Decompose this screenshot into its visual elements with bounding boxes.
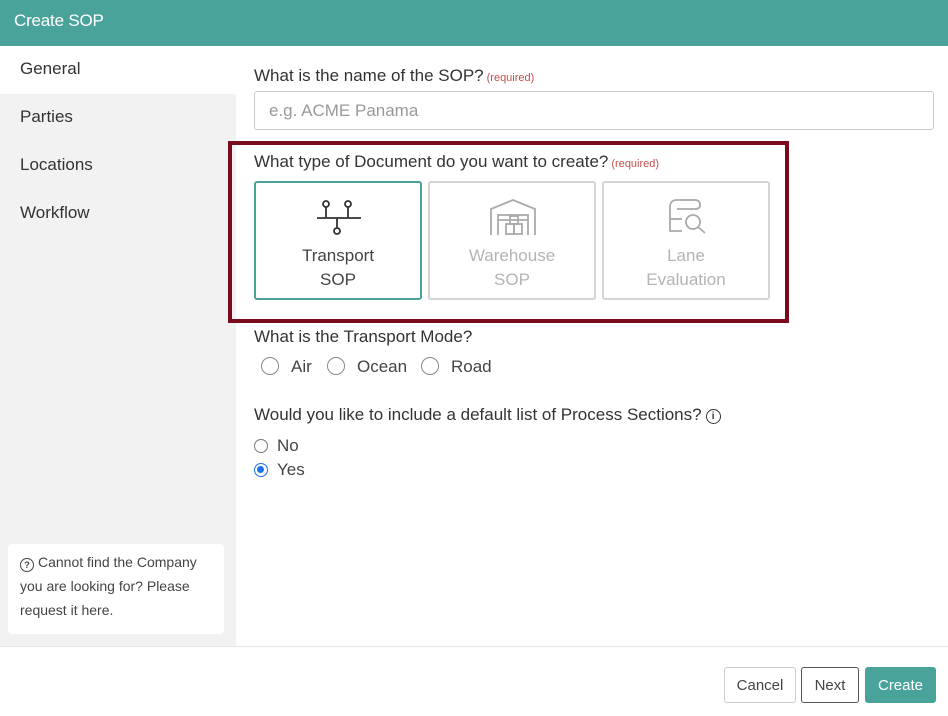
required-tag: (required) <box>486 72 535 84</box>
help-content: ? Cannot find the Company you are looking… <box>20 550 220 622</box>
document-type-question: What type of Document do you want to cre… <box>254 152 609 171</box>
modal-footer: Cancel Next Create <box>0 646 948 716</box>
sidebar-item-general[interactable]: General <box>0 46 236 94</box>
modal-title: Create SOP <box>14 11 104 30</box>
company-help-box[interactable]: ? Cannot find the Company you are looking… <box>8 544 224 634</box>
document-type-label: What type of Document do you want to cre… <box>254 152 659 172</box>
sidebar-item-workflow[interactable]: Workflow <box>0 190 236 238</box>
card-label-line2: SOP <box>320 270 356 289</box>
sop-name-input[interactable] <box>254 91 934 130</box>
radio-ocean-label[interactable]: Ocean <box>357 357 407 377</box>
sop-name-label: What is the name of the SOP? (required) <box>254 66 534 86</box>
lane-evaluation-card[interactable]: Lane Evaluation <box>602 181 770 300</box>
warehouse-icon <box>490 199 536 235</box>
radio-road-label[interactable]: Road <box>451 357 492 377</box>
question-circle-icon: ? <box>20 558 34 572</box>
radio-ocean[interactable] <box>327 357 345 375</box>
sidebar-item-label: Parties <box>20 107 73 126</box>
transport-icon <box>317 200 361 235</box>
help-text: Cannot find the Company you are looking … <box>20 554 197 618</box>
card-label-line2: Evaluation <box>646 270 726 289</box>
cancel-button[interactable]: Cancel <box>724 667 796 703</box>
required-tag: (required) <box>611 158 660 170</box>
transport-mode-label: What is the Transport Mode? <box>254 327 473 346</box>
transport-sop-card[interactable]: Transport SOP <box>254 181 422 300</box>
card-label-line1: Warehouse <box>468 246 556 265</box>
card-label-line1: Transport <box>301 246 375 265</box>
card-label-line1: Lane <box>667 246 705 265</box>
modal-header: Create SOP <box>0 0 948 46</box>
info-icon[interactable]: i <box>705 409 721 424</box>
transport-sop-label: Transport SOP <box>256 244 420 292</box>
warehouse-sop-label: Warehouse SOP <box>430 244 594 292</box>
card-label-line2: SOP <box>494 270 530 289</box>
sidebar-item-label: General <box>20 59 81 78</box>
lane-evaluation-label: Lane Evaluation <box>604 244 768 292</box>
process-sections-label: Would you like to include a default list… <box>254 405 721 425</box>
radio-air[interactable] <box>261 357 279 375</box>
radio-no[interactable] <box>254 439 268 453</box>
radio-road[interactable] <box>421 357 439 375</box>
radio-yes[interactable] <box>254 463 268 477</box>
sidebar-item-label: Locations <box>20 155 93 174</box>
radio-yes-label[interactable]: Yes <box>277 460 305 480</box>
sidebar-item-parties[interactable]: Parties <box>0 94 236 142</box>
sop-name-question: What is the name of the SOP? <box>254 66 484 85</box>
process-sections-question: Would you like to include a default list… <box>254 405 702 424</box>
sidebar-item-locations[interactable]: Locations <box>0 142 236 190</box>
sidebar-item-label: Workflow <box>20 203 90 222</box>
create-button[interactable]: Create <box>865 667 936 703</box>
warehouse-sop-card[interactable]: Warehouse SOP <box>428 181 596 300</box>
next-button[interactable]: Next <box>801 667 859 703</box>
radio-air-label[interactable]: Air <box>291 357 312 377</box>
radio-no-label[interactable]: No <box>277 436 299 456</box>
sidebar: General Parties Locations Workflow ? Cann… <box>0 46 236 646</box>
lane-evaluation-icon <box>669 199 706 234</box>
